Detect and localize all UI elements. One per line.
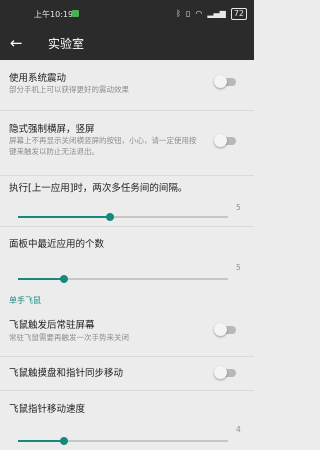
slider-fill: [18, 216, 111, 218]
slider-thumb[interactable]: [106, 213, 115, 221]
recent-interval-slider[interactable]: [18, 210, 244, 224]
back-arrow-icon[interactable]: ←: [10, 33, 23, 53]
toggle-thumb: [214, 323, 227, 336]
vibrate-icon: ▯: [185, 9, 191, 18]
toggle-thumb: [214, 366, 227, 379]
mouse-resident-toggle[interactable]: [214, 322, 238, 338]
slider-thumb[interactable]: [60, 275, 69, 283]
system-vibration-toggle[interactable]: [214, 74, 238, 90]
slider-thumb[interactable]: [60, 437, 69, 445]
pref-title: 执行[上一应用]时，两次多任务间的间隔。: [9, 183, 188, 194]
slider-value: 4: [236, 425, 241, 434]
pref-title: 飞鼠触摸盘和指针同步移动: [9, 368, 124, 379]
slider-fill: [18, 440, 65, 442]
pref-title: 使用系统震动: [9, 73, 67, 84]
pref-mouse-sync[interactable]: 飞鼠触摸盘和指针同步移动: [0, 357, 254, 390]
recent-count-slider[interactable]: [18, 272, 244, 286]
mouse-speed-slider[interactable]: [18, 434, 244, 448]
pref-title: 飞鼠触发后常驻屏幕: [9, 320, 95, 331]
wifi-icon: ◠: [195, 9, 203, 18]
slider-fill: [18, 278, 65, 280]
toggle-thumb: [214, 75, 227, 88]
mouse-sync-toggle[interactable]: [214, 365, 238, 381]
status-time: 上午10:19: [34, 10, 74, 19]
pref-recent-interval: 执行[上一应用]时，两次多任务间的间隔。 5: [0, 176, 254, 226]
section-header: 单手飞鼠: [9, 296, 41, 305]
toolbar: ← 实验室: [0, 28, 254, 60]
pref-mouse-speed: 飞鼠指针移动速度 4: [0, 391, 254, 450]
slider-value: 5: [236, 263, 241, 272]
pref-title: 面板中最近应用的个数: [9, 239, 105, 250]
bluetooth-icon: ᛒ: [176, 9, 181, 18]
settings-list: 使用系统震动 部分手机上可以获得更好的震动效果 隐式强制横屏，竖屏 屏幕上不再显…: [0, 60, 254, 450]
pref-system-vibration[interactable]: 使用系统震动 部分手机上可以获得更好的震动效果: [0, 60, 254, 110]
pref-title: 飞鼠指针移动速度: [9, 404, 86, 415]
pref-mouse-resident[interactable]: 飞鼠触发后常驻屏幕 常驻飞鼠需要再触发一次手势来关闭: [0, 310, 254, 356]
pref-summary: 部分手机上可以获得更好的震动效果: [9, 85, 129, 94]
notification-icon: [72, 10, 79, 17]
pref-immersive[interactable]: 隐式强制横屏，竖屏 屏幕上不再显示关闭横竖屏的按钮，小心，请一定使用按键来触发以…: [0, 111, 254, 175]
toggle-thumb: [214, 134, 227, 147]
battery-icon: 72: [230, 8, 247, 20]
status-icons: ᛒ ▯ ◠ ▂▄▆ 72: [176, 8, 247, 20]
immersive-toggle[interactable]: [214, 133, 238, 149]
signal-icon: ▂▄▆: [207, 9, 226, 18]
status-bar: 上午10:19 ᛒ ▯ ◠ ▂▄▆ 72: [0, 0, 254, 28]
pref-summary: 常驻飞鼠需要再触发一次手势来关闭: [9, 333, 129, 342]
pref-title: 隐式强制横屏，竖屏: [9, 124, 95, 135]
slider-value: 5: [236, 203, 241, 212]
pref-recent-count: 面板中最近应用的个数 5: [0, 227, 254, 293]
page-title: 实验室: [48, 37, 85, 51]
pref-summary: 屏幕上不再显示关闭横竖屏的按钮，小心，请一定使用按键来触发以防止无法退出。: [9, 136, 197, 156]
